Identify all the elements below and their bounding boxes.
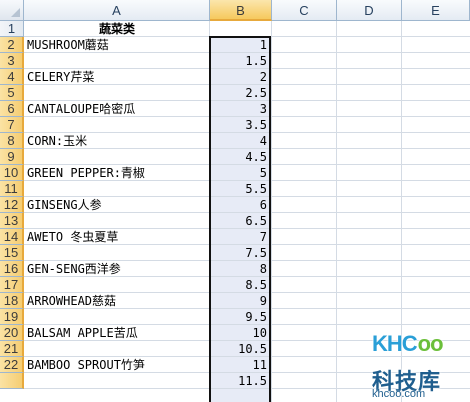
row-header[interactable]: 2 — [0, 37, 24, 53]
row-header[interactable]: 3 — [0, 53, 24, 69]
row-header[interactable]: 20 — [0, 325, 24, 341]
cell-a[interactable]: GREEN PEPPER:青椒 — [27, 165, 145, 181]
cell-b[interactable]: 5 — [210, 165, 267, 181]
cell-b[interactable]: 11.5 — [210, 373, 267, 389]
spreadsheet-grid[interactable]: ABCDE 1 2 3 4 5 6 7 8 9 10 11 12 13 14 15 16 17 18 19 20 21 2… — [0, 0, 470, 402]
cell-a[interactable]: GEN-SENG西洋参 — [27, 261, 121, 277]
row-header[interactable]: 6 — [0, 101, 24, 117]
column-header-c[interactable]: C — [272, 0, 337, 21]
cell-a[interactable]: CORN:玉米 — [27, 133, 87, 149]
column-header-d[interactable]: D — [337, 0, 402, 21]
cell-a[interactable]: GINSENG人参 — [27, 197, 102, 213]
row-header[interactable]: 16 — [0, 261, 24, 277]
column-header-a[interactable]: A — [24, 0, 210, 21]
cell-b[interactable]: 11 — [210, 357, 267, 373]
cell-b[interactable]: 10.5 — [210, 341, 267, 357]
watermark-logo-part: oo — [417, 331, 444, 356]
row-header[interactable]: 1 — [0, 21, 24, 37]
watermark-logo-part: KHC — [372, 331, 418, 356]
row-header[interactable]: 9 — [0, 149, 24, 165]
cell-b[interactable]: 7.5 — [210, 245, 267, 261]
row-header[interactable]: 10 — [0, 165, 24, 181]
cell-b[interactable]: 8.5 — [210, 277, 267, 293]
row-header[interactable]: 7 — [0, 117, 24, 133]
row-header[interactable]: 11 — [0, 181, 24, 197]
row-header[interactable]: 14 — [0, 229, 24, 245]
cell-b[interactable]: 6 — [210, 197, 267, 213]
cell-b[interactable]: 3.5 — [210, 117, 267, 133]
row-header[interactable]: 8 — [0, 133, 24, 149]
watermark-url: khcoo.com — [372, 388, 426, 400]
watermark-logo: KHC oo — [372, 324, 444, 364]
column-header-b[interactable]: B — [210, 0, 272, 21]
cell-b[interactable]: 9 — [210, 293, 267, 309]
row-header[interactable]: 12 — [0, 197, 24, 213]
cell-b[interactable]: 1 — [210, 37, 267, 53]
cell-b[interactable]: 10 — [210, 325, 267, 341]
row-header[interactable]: 4 — [0, 69, 24, 85]
category-header-cell[interactable]: 蔬菜类 — [24, 21, 210, 37]
row-header[interactable]: 13 — [0, 213, 24, 229]
column-header-e[interactable]: E — [402, 0, 470, 21]
cell-b[interactable]: 6.5 — [210, 213, 267, 229]
row-header[interactable] — [0, 373, 24, 389]
cell-b[interactable]: 7 — [210, 229, 267, 245]
cell-b[interactable]: 1.5 — [210, 53, 267, 69]
row-header[interactable]: 22 — [0, 357, 24, 373]
cell-a[interactable]: MUSHROOM蘑菇 — [27, 37, 109, 53]
cell-a[interactable]: BALSAM APPLE苦瓜 — [27, 325, 138, 341]
cell-b[interactable]: 4.5 — [210, 149, 267, 165]
cell-a[interactable]: CANTALOUPE哈密瓜 — [27, 101, 135, 117]
cell-b[interactable]: 8 — [210, 261, 267, 277]
row-header[interactable]: 17 — [0, 277, 24, 293]
cell-b[interactable]: 2 — [210, 69, 267, 85]
cell-b[interactable]: 4 — [210, 133, 267, 149]
cell-b[interactable]: 2.5 — [210, 85, 267, 101]
row-header[interactable]: 15 — [0, 245, 24, 261]
cell-a[interactable]: BAMBOO SPROUT竹笋 — [27, 357, 145, 373]
row-header[interactable]: 21 — [0, 341, 24, 357]
cell-b[interactable]: 9.5 — [210, 309, 267, 325]
cell-b[interactable]: 3 — [210, 101, 267, 117]
cell-a[interactable]: ARROWHEAD慈菇 — [27, 293, 116, 309]
cell-a[interactable]: CELERY芹菜 — [27, 69, 94, 85]
row-header[interactable]: 5 — [0, 85, 24, 101]
row-header[interactable]: 19 — [0, 309, 24, 325]
watermark: KHC oo 科技库 khcoo.com — [370, 322, 470, 402]
cell-b[interactable]: 5.5 — [210, 181, 267, 197]
row-header[interactable]: 18 — [0, 293, 24, 309]
select-all-corner[interactable] — [0, 0, 24, 21]
cell-a[interactable]: AWETO 冬虫夏草 — [27, 229, 118, 245]
